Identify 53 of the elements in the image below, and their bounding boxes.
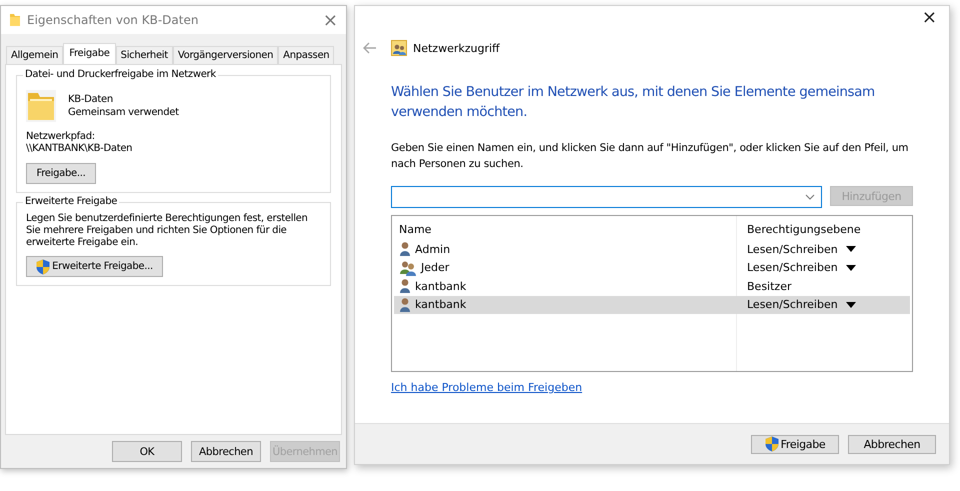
dialog-button[interactable]: Abbrechen	[191, 441, 261, 462]
group-label: Erweiterte Freigabe	[23, 196, 120, 207]
shield-icon	[36, 258, 50, 274]
network-path: \\KANTBANK\KB-Daten	[26, 143, 134, 154]
user-name: Jeder	[421, 261, 450, 274]
permission-level: Lesen/Schreiben	[747, 298, 838, 312]
tab[interactable]: Vorgängerversionen	[172, 46, 278, 64]
share-button[interactable]: Freigabe...	[26, 163, 96, 184]
user-icon	[399, 278, 411, 294]
user-name: kantbank	[415, 298, 466, 312]
list-row[interactable]: Jeder Lesen/Schreiben	[394, 258, 910, 277]
tab[interactable]: Allgemein	[6, 46, 64, 64]
name-combo-box[interactable]	[391, 186, 822, 208]
dropdown-arrow-icon[interactable]	[846, 264, 856, 271]
dropdown-arrow-icon[interactable]	[846, 246, 856, 252]
advanced-sharing-button[interactable]: Erweiterte Freigabe...	[26, 256, 163, 277]
dialog-button[interactable]: OK	[112, 441, 182, 462]
group-label: Datei- und Druckerfreigabe im Netzwerk	[23, 69, 218, 80]
user-icon	[399, 241, 411, 258]
list-row[interactable]: kantbank Lesen/Schreiben	[394, 296, 910, 314]
tab[interactable]: Freigabe	[63, 43, 116, 64]
dialog-button[interactable]: Freigabe	[751, 434, 839, 454]
chevron-down-icon[interactable]	[805, 194, 815, 200]
dialog-button[interactable]: Abbrechen	[848, 434, 936, 454]
share-status: Gemeinsam verwendet	[68, 107, 179, 118]
column-header[interactable]: Berechtigungsebene	[741, 222, 910, 236]
tab[interactable]: Sicherheit	[116, 46, 173, 64]
list-row[interactable]: kantbank Besitzer	[394, 277, 910, 296]
tab[interactable]: Anpassen	[278, 46, 334, 64]
permission-level: Lesen/Schreiben	[747, 242, 838, 256]
dropdown-arrow-icon[interactable]	[846, 302, 856, 308]
close-button[interactable]: ×	[322, 10, 338, 30]
heading-text: Wählen Sie Benutzer im Netzwerk aus, mit denen Sie Elemente gemeinsam verwenden möchten.	[391, 83, 876, 122]
group-icon	[399, 260, 417, 276]
close-button[interactable]: ×	[922, 9, 937, 27]
shield-icon	[764, 436, 779, 452]
permission-level: Besitzer	[747, 280, 792, 293]
folder-name: KB-Daten	[68, 94, 114, 105]
window-title: Eigenschaften von KB-Daten	[27, 13, 200, 27]
network-users-icon	[391, 40, 407, 56]
permission-level: Lesen/Schreiben	[747, 261, 838, 274]
user-icon	[399, 296, 411, 313]
description-text: Legen Sie benutzerdefinierte Berechtigungen fest, erstellen Sie mehrere Freigaben und richten Sie Optionen für die erweiterte Freigabe ein.	[26, 213, 309, 249]
user-name: kantbank	[415, 280, 466, 293]
folder-icon	[26, 90, 56, 122]
column-header[interactable]: Name	[394, 222, 741, 236]
list-row[interactable]: Admin Lesen/Schreiben	[394, 240, 910, 258]
path-label: Netzwerkpfad:	[26, 131, 96, 142]
instruction-text: Geben Sie einen Namen ein, und klicken Sie dann auf "Hinzufügen", oder klicken Sie auf den Pfeil, um nach Personen zu suchen.	[391, 141, 910, 172]
folder-icon	[9, 13, 21, 27]
help-link[interactable]: Ich habe Probleme beim Freigeben	[391, 381, 582, 394]
window-title: Netzwerkzugriff	[413, 42, 500, 54]
user-name: Admin	[415, 242, 450, 256]
